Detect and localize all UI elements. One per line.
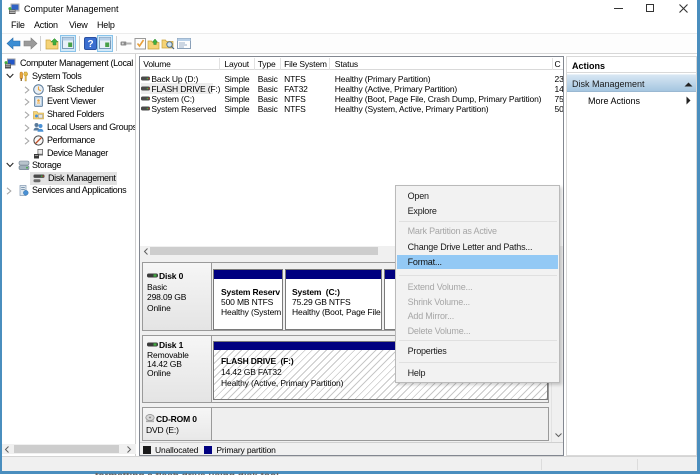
svg-text:?: ? (87, 39, 93, 50)
